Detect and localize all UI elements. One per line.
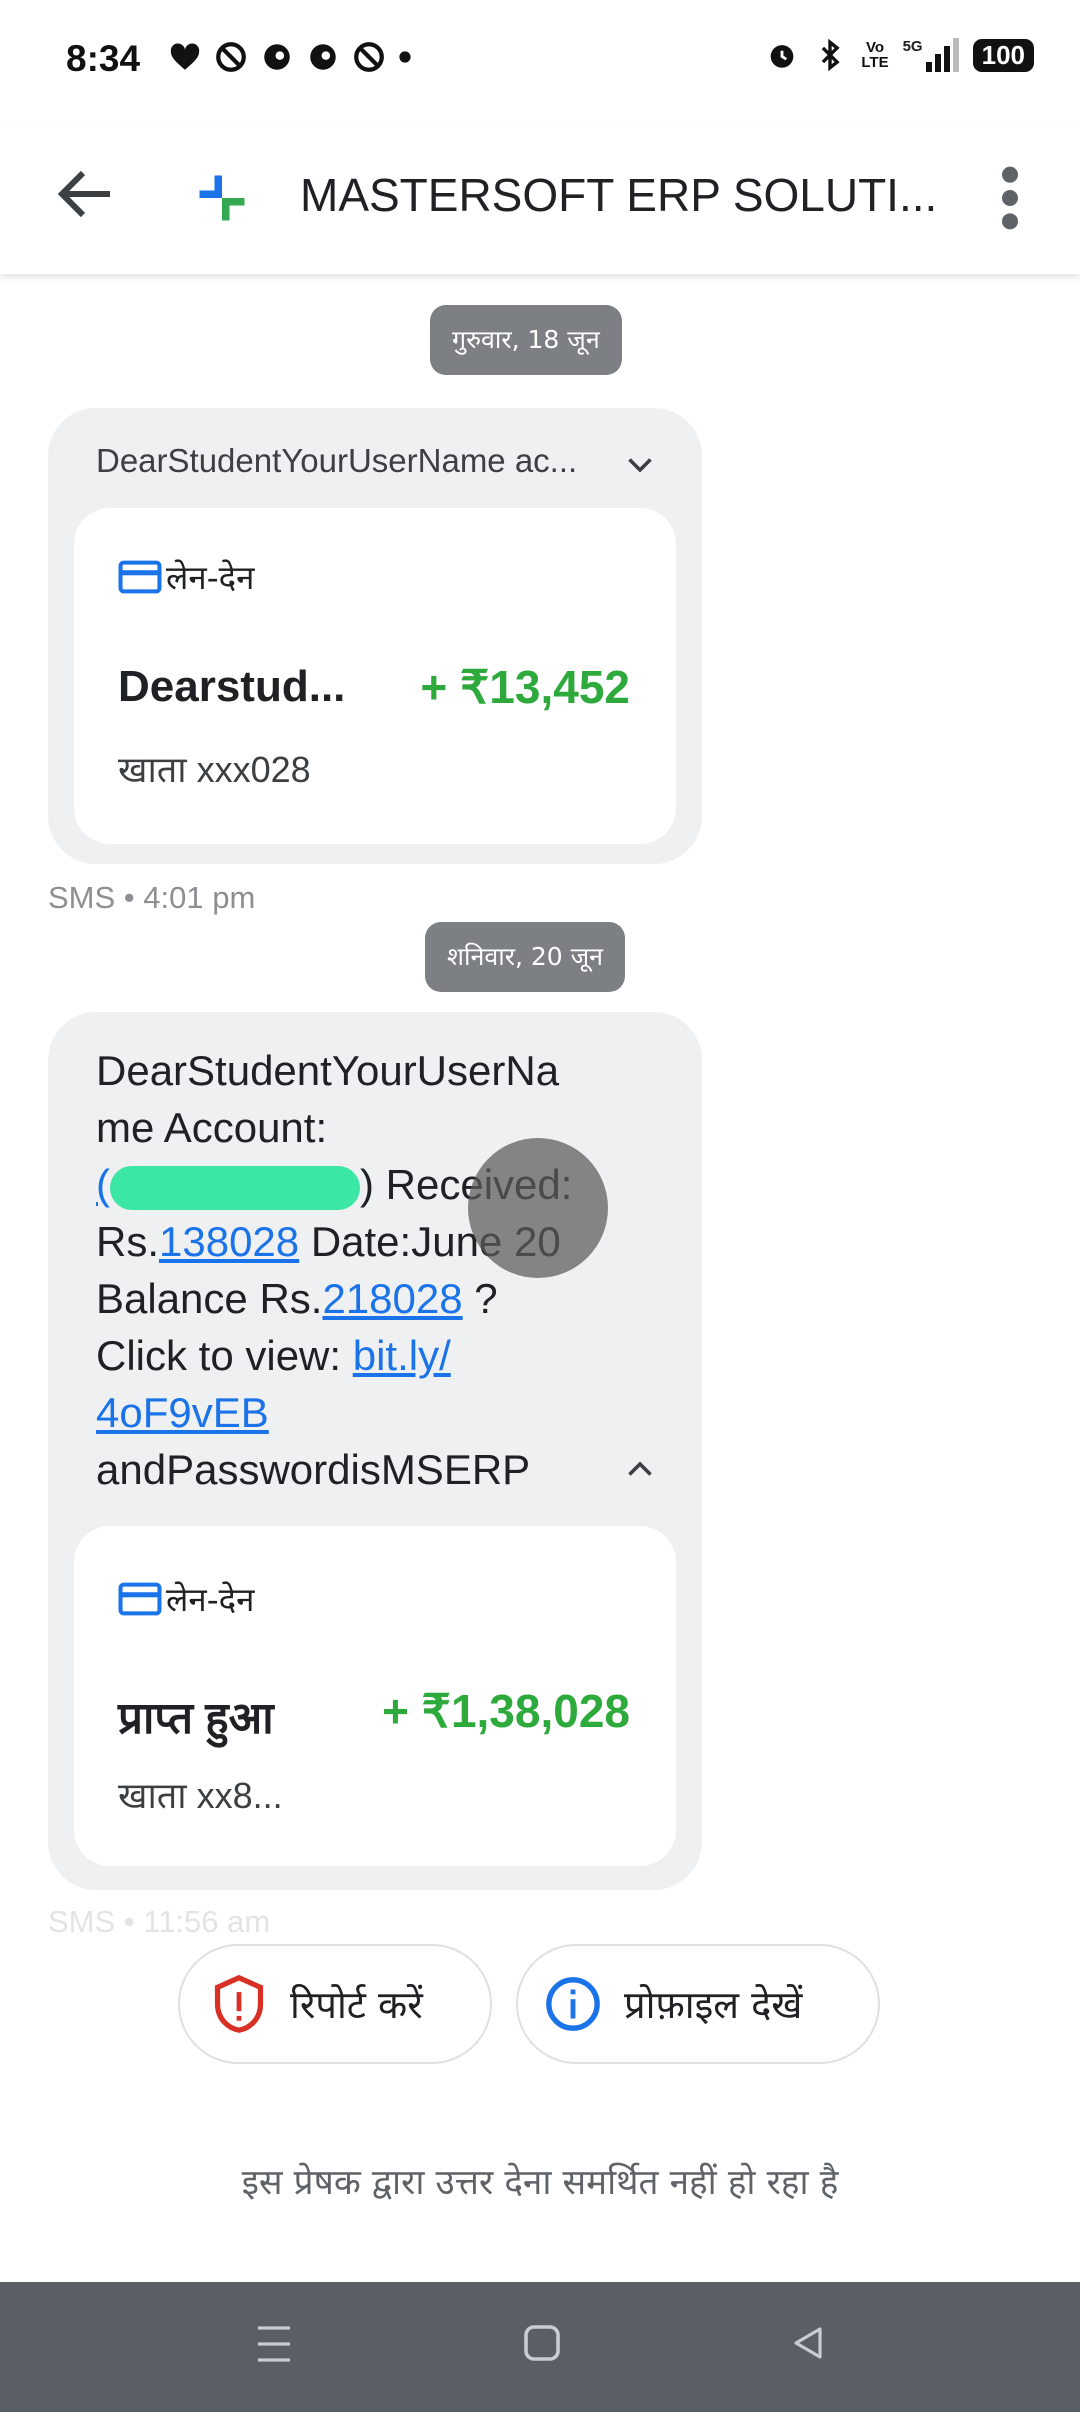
credit-card-icon	[118, 1582, 162, 1615]
conversation-title: MASTERSOFT ERP SOLUTI...	[300, 169, 938, 221]
redacted-account	[110, 1165, 360, 1210]
click-to-view-text: Click to view:	[96, 1332, 353, 1379]
network-type: 5G	[902, 38, 923, 55]
transaction-label-text: लेन-देन	[166, 558, 255, 597]
transaction-name: प्राप्त हुआ	[118, 1694, 274, 1743]
app-bar: MASTERSOFT ERP SOLUTI...	[0, 128, 1080, 274]
message-line: me Account:	[96, 1104, 328, 1151]
back-nav-icon[interactable]	[788, 2322, 828, 2364]
transaction-label: लेन-देन	[118, 1576, 254, 1621]
app-notification-icon	[264, 44, 290, 70]
date-chip: गुरुवार, 18 जून	[430, 305, 622, 375]
transaction-name: Dearstud...	[118, 662, 346, 711]
reply-not-supported-note: इस प्रेषक द्वारा उत्तर देना समर्थित नहीं…	[241, 2163, 839, 2203]
recent-apps-icon[interactable]	[254, 2322, 294, 2366]
transaction-amount: + ₹13,452	[420, 661, 630, 713]
more-options-icon[interactable]	[990, 158, 1030, 238]
balance-link[interactable]: 218028	[322, 1275, 462, 1322]
balance-prefix: Balance Rs.	[96, 1275, 323, 1322]
report-label: रिपोर्ट करें	[290, 1983, 423, 2027]
transaction-card[interactable]: लेन-देन Dearstud... + ₹13,452 खाता xxx02…	[74, 508, 676, 844]
transaction-account: खाता xx8...	[118, 1775, 283, 1816]
message-line: 4oF9vEB	[96, 1384, 676, 1441]
short-url-link-cont[interactable]: 4oF9vEB	[96, 1389, 269, 1436]
volte-indicator: Vo LTE	[861, 40, 888, 70]
status-system-icons: Vo LTE 5G 100	[765, 38, 1034, 72]
message-line: Balance Rs.218028 ?	[96, 1270, 676, 1327]
message-preview: DearStudentYourUserName ac...	[96, 442, 578, 479]
back-arrow-icon[interactable]	[50, 158, 122, 230]
transaction-account: खाता xxx028	[118, 749, 311, 790]
volte-top-label: Vo	[865, 39, 885, 56]
amount-link[interactable]: 138028	[159, 1218, 299, 1265]
transaction-label-text: लेन-देन	[166, 1580, 255, 1619]
message-meta: SMS • 4:01 pm	[48, 880, 256, 915]
view-profile-button[interactable]: प्रोफ़ाइल देखें	[516, 1944, 880, 2064]
message-line: Click to view: bit.ly/	[96, 1327, 676, 1384]
balance-suffix: ?	[462, 1275, 498, 1322]
message-meta: SMS • 11:56 am	[48, 1904, 271, 1939]
short-url-link[interactable]: bit.ly/	[353, 1332, 451, 1379]
chevron-down-icon[interactable]	[622, 446, 658, 482]
credit-card-icon	[118, 560, 162, 593]
battery-indicator: 100	[972, 38, 1034, 72]
status-time: 8:34	[66, 38, 141, 79]
message-body: DearStudentYourUserNa me Account: () Rec…	[96, 1042, 676, 1498]
message-line: andPasswordisMSERP	[96, 1446, 531, 1493]
chevron-up-icon[interactable]	[622, 1452, 658, 1488]
blocked-icon-2	[354, 42, 384, 72]
info-icon	[546, 1977, 600, 2031]
heart-icon	[170, 43, 200, 70]
message-bubble[interactable]: DearStudentYourUserName ac... लेन-देन De…	[48, 408, 702, 864]
amount-prefix: Rs.	[96, 1218, 159, 1265]
volte-bottom-label: LTE	[861, 54, 889, 71]
bluetooth-icon	[822, 38, 841, 72]
system-navigation-bar	[0, 2282, 1080, 2412]
transaction-label: लेन-देन	[118, 554, 254, 599]
message-line: DearStudentYourUserNa	[96, 1047, 560, 1094]
home-icon[interactable]	[522, 2322, 562, 2364]
status-notification-icons	[168, 40, 412, 74]
view-profile-label: प्रोफ़ाइल देखें	[624, 1983, 803, 2027]
account-number-link[interactable]: (	[96, 1161, 110, 1208]
message-bubble[interactable]: DearStudentYourUserNa me Account: () Rec…	[48, 1012, 702, 1890]
more-notifications-dot-icon	[399, 51, 411, 63]
shield-alert-icon	[214, 1974, 264, 2033]
alarm-icon	[771, 45, 794, 68]
touch-indicator	[468, 1138, 608, 1278]
report-button[interactable]: रिपोर्ट करें	[178, 1944, 492, 2064]
app-notification-icon-2	[310, 44, 336, 70]
signal-icon: 5G	[903, 38, 959, 72]
transaction-card[interactable]: लेन-देन प्राप्त हुआ + ₹1,38,028 खाता xx8…	[74, 1526, 676, 1866]
sender-logo-icon	[199, 175, 245, 221]
date-chip: शनिवार, 20 जून	[425, 922, 626, 992]
transaction-amount: + ₹1,38,028	[382, 1685, 630, 1737]
blocked-icon	[216, 42, 246, 72]
